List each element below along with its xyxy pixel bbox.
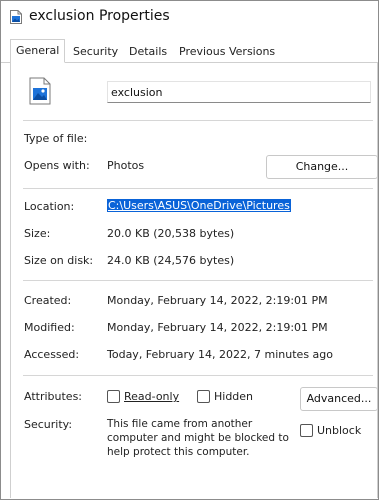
size-on-disk-label: Size on disk: [24,254,94,267]
created-label: Created: [24,294,72,307]
image-file-icon [10,10,22,24]
modified-label: Modified: [24,321,75,334]
size-on-disk-value: 24.0 KB (24,576 bytes) [107,254,235,267]
change-button[interactable]: Change... [266,155,378,179]
modified-value: Monday, February 14, 2022, 2:19:01 PM [107,321,328,334]
security-message: This file came from another computer and… [107,418,289,458]
location-label: Location: [24,200,75,213]
advanced-button[interactable]: Advanced... [300,387,378,411]
image-file-icon [29,77,51,105]
opens-with-label: Opens with: [24,159,90,172]
tab-details[interactable]: Details [129,41,167,62]
tab-previous-versions[interactable]: Previous Versions [179,41,275,62]
opens-with-value: Photos [107,159,145,172]
tab-general[interactable]: General [10,39,66,63]
file-name-input[interactable] [107,81,371,103]
divider [23,280,373,281]
hidden-label[interactable]: Hidden [214,390,253,403]
tab-strip: General Security Details Previous Versio… [1,39,378,63]
location-value[interactable]: C:\Users\ASUS\OneDrive\Pictures [107,199,291,212]
location-path[interactable]: C:\Users\ASUS\OneDrive\Pictures [107,199,291,212]
created-value: Monday, February 14, 2022, 2:19:01 PM [107,294,328,307]
security-label: Security: [24,418,73,431]
size-label: Size: [24,227,51,240]
read-only-label[interactable]: Read-only [124,390,179,403]
title-bar[interactable]: exclusion Properties [1,1,378,35]
divider [23,375,373,376]
change-button-label: Change... [295,160,349,173]
advanced-button-label: Advanced... [306,392,372,405]
hidden-checkbox[interactable] [197,390,210,403]
properties-window: exclusion Properties General Security De… [0,0,379,500]
tab-security[interactable]: Security [73,41,118,62]
size-value: 20.0 KB (20,538 bytes) [107,227,235,240]
unblock-label[interactable]: Unblock [317,424,361,437]
window-title: exclusion Properties [29,8,170,24]
type-of-file-value [107,131,237,155]
attributes-label: Attributes: [24,390,83,403]
read-only-checkbox[interactable] [107,390,120,403]
divider [23,188,373,189]
unblock-checkbox[interactable] [300,424,313,437]
type-of-file-label: Type of file: [24,132,88,145]
divider [23,120,373,121]
accessed-value: Today, February 14, 2022, 7 minutes ago [107,348,333,361]
accessed-label: Accessed: [24,348,80,361]
